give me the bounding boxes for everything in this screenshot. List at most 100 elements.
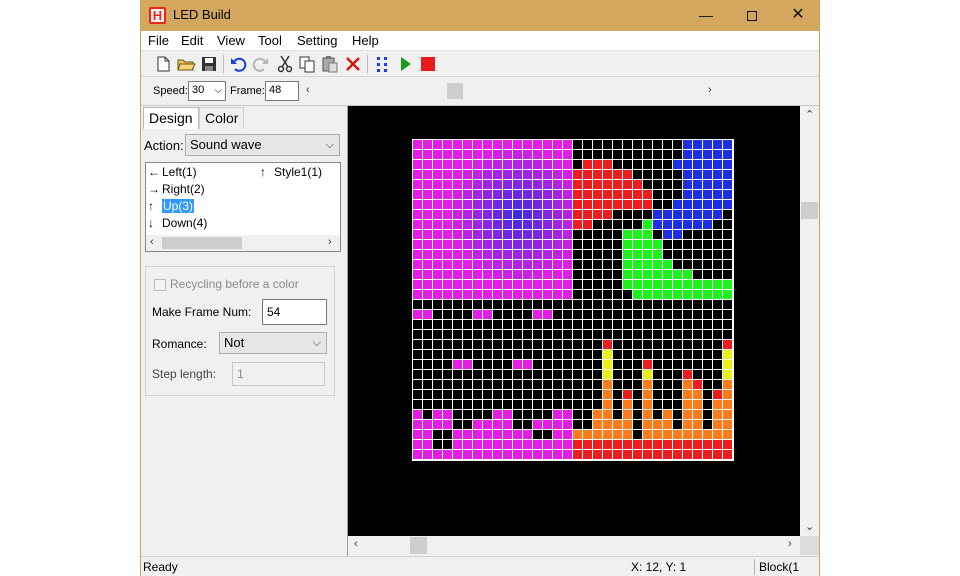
led-cell[interactable] bbox=[413, 200, 422, 209]
led-cell[interactable] bbox=[533, 150, 542, 159]
led-cell[interactable] bbox=[493, 360, 502, 369]
led-cell[interactable] bbox=[713, 300, 722, 309]
led-cell[interactable] bbox=[553, 170, 562, 179]
tab-color[interactable]: Color bbox=[199, 107, 245, 129]
led-cell[interactable] bbox=[723, 390, 732, 399]
led-cell[interactable] bbox=[483, 310, 492, 319]
led-cell[interactable] bbox=[633, 320, 642, 329]
led-cell[interactable] bbox=[683, 190, 692, 199]
led-cell[interactable] bbox=[523, 320, 532, 329]
led-cell[interactable] bbox=[573, 290, 582, 299]
led-cell[interactable] bbox=[623, 330, 632, 339]
led-cell[interactable] bbox=[593, 250, 602, 259]
led-cell[interactable] bbox=[593, 150, 602, 159]
led-cell[interactable] bbox=[523, 160, 532, 169]
led-cell[interactable] bbox=[433, 190, 442, 199]
led-cell[interactable] bbox=[703, 330, 712, 339]
step-length-input[interactable]: 1 bbox=[232, 362, 325, 386]
led-cell[interactable] bbox=[683, 380, 692, 389]
led-cell[interactable] bbox=[503, 400, 512, 409]
led-cell[interactable] bbox=[413, 260, 422, 269]
led-cell[interactable] bbox=[553, 410, 562, 419]
led-cell[interactable] bbox=[473, 210, 482, 219]
led-cell[interactable] bbox=[623, 230, 632, 239]
led-cell[interactable] bbox=[613, 230, 622, 239]
led-cell[interactable] bbox=[723, 420, 732, 429]
led-cell[interactable] bbox=[653, 250, 662, 259]
led-cell[interactable] bbox=[523, 400, 532, 409]
led-cell[interactable] bbox=[573, 370, 582, 379]
led-cell[interactable] bbox=[673, 370, 682, 379]
led-cell[interactable] bbox=[603, 380, 612, 389]
led-cell[interactable] bbox=[693, 340, 702, 349]
led-cell[interactable] bbox=[683, 150, 692, 159]
led-cell[interactable] bbox=[473, 320, 482, 329]
led-cell[interactable] bbox=[663, 360, 672, 369]
led-cell[interactable] bbox=[543, 150, 552, 159]
led-cell[interactable] bbox=[433, 400, 442, 409]
led-cell[interactable] bbox=[523, 370, 532, 379]
led-cell[interactable] bbox=[693, 370, 702, 379]
led-cell[interactable] bbox=[603, 420, 612, 429]
led-cell[interactable] bbox=[713, 310, 722, 319]
led-cell[interactable] bbox=[703, 160, 712, 169]
led-cell[interactable] bbox=[653, 260, 662, 269]
led-cell[interactable] bbox=[653, 140, 662, 149]
led-cell[interactable] bbox=[473, 200, 482, 209]
led-cell[interactable] bbox=[523, 250, 532, 259]
led-cell[interactable] bbox=[633, 260, 642, 269]
led-cell[interactable] bbox=[673, 140, 682, 149]
led-cell[interactable] bbox=[633, 250, 642, 259]
led-cell[interactable] bbox=[693, 440, 702, 449]
led-cell[interactable] bbox=[653, 210, 662, 219]
led-cell[interactable] bbox=[623, 180, 632, 189]
led-cell[interactable] bbox=[503, 320, 512, 329]
led-cell[interactable] bbox=[493, 170, 502, 179]
led-cell[interactable] bbox=[723, 270, 732, 279]
led-cell[interactable] bbox=[493, 420, 502, 429]
led-cell[interactable] bbox=[523, 330, 532, 339]
led-cell[interactable] bbox=[603, 140, 612, 149]
led-cell[interactable] bbox=[463, 150, 472, 159]
led-cell[interactable] bbox=[613, 150, 622, 159]
led-cell[interactable] bbox=[603, 200, 612, 209]
led-cell[interactable] bbox=[643, 350, 652, 359]
led-cell[interactable] bbox=[533, 450, 542, 459]
led-cell[interactable] bbox=[593, 290, 602, 299]
led-cell[interactable] bbox=[563, 140, 572, 149]
led-cell[interactable] bbox=[573, 190, 582, 199]
led-cell[interactable] bbox=[563, 320, 572, 329]
led-cell[interactable] bbox=[523, 380, 532, 389]
led-cell[interactable] bbox=[473, 340, 482, 349]
led-cell[interactable] bbox=[693, 280, 702, 289]
led-cell[interactable] bbox=[433, 390, 442, 399]
led-cell[interactable] bbox=[463, 200, 472, 209]
list-item[interactable]: ← Left(1) bbox=[148, 165, 197, 181]
led-cell[interactable] bbox=[643, 300, 652, 309]
led-cell[interactable] bbox=[443, 280, 452, 289]
led-cell[interactable] bbox=[453, 180, 462, 189]
led-cell[interactable] bbox=[623, 140, 632, 149]
led-cell[interactable] bbox=[513, 260, 522, 269]
led-cell[interactable] bbox=[623, 350, 632, 359]
led-cell[interactable] bbox=[553, 440, 562, 449]
led-cell[interactable] bbox=[563, 370, 572, 379]
led-cell[interactable] bbox=[623, 380, 632, 389]
led-cell[interactable] bbox=[483, 410, 492, 419]
led-cell[interactable] bbox=[663, 330, 672, 339]
led-cell[interactable] bbox=[563, 330, 572, 339]
led-cell[interactable] bbox=[413, 410, 422, 419]
led-cell[interactable] bbox=[693, 430, 702, 439]
led-cell[interactable] bbox=[603, 310, 612, 319]
led-cell[interactable] bbox=[653, 450, 662, 459]
led-cell[interactable] bbox=[643, 330, 652, 339]
led-cell[interactable] bbox=[463, 430, 472, 439]
led-cell[interactable] bbox=[473, 350, 482, 359]
led-cell[interactable] bbox=[593, 310, 602, 319]
led-cell[interactable] bbox=[453, 420, 462, 429]
led-cell[interactable] bbox=[453, 280, 462, 289]
led-cell[interactable] bbox=[713, 380, 722, 389]
led-cell[interactable] bbox=[693, 300, 702, 309]
led-cell[interactable] bbox=[423, 200, 432, 209]
led-cell[interactable] bbox=[553, 250, 562, 259]
